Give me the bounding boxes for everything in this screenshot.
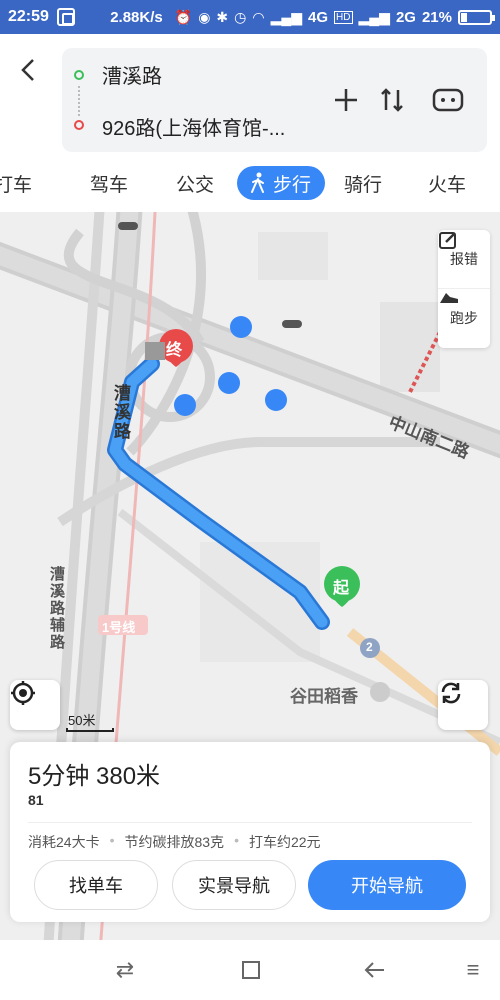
poi-label[interactable]: 谷田稻香 <box>290 682 358 707</box>
network-type-2: 2G <box>395 8 416 26</box>
swap-route-button[interactable] <box>376 84 408 116</box>
status-right: 2.88K/s ⏰ ◉ ✱ ◷ ◠ ▂▄▆ 4G HD ▂▄▆ 2G 21% <box>110 8 495 26</box>
shoe-icon <box>440 293 458 303</box>
status-time: 22:59 <box>8 8 49 25</box>
traffic-lights-count: 81 <box>28 792 44 808</box>
carbon-stat: 节约碳排放83克 <box>124 834 225 850</box>
end-dot-icon <box>74 120 84 130</box>
route-time-distance: 5分钟 380米 <box>28 763 161 790</box>
transport-tabs: 打车 驾车 公交 步行 骑行 火车 <box>0 160 500 206</box>
home-icon[interactable] <box>236 956 266 984</box>
card-divider <box>28 822 472 823</box>
route-summary-card[interactable]: 5分钟 380米 81 消耗24大卡 • 节约碳排放83克 • 打车约22元 找… <box>10 742 490 922</box>
chevron-left-icon <box>21 59 34 81</box>
arrow-left-icon <box>364 962 384 978</box>
road-label-caoxi: 漕溪路 <box>111 384 130 441</box>
swap-icon <box>381 88 403 112</box>
clock-icon: ◷ <box>234 8 247 25</box>
running-button[interactable]: 跑步 <box>438 288 490 346</box>
start-marker-label: 起 <box>333 580 350 597</box>
route-dots <box>78 86 80 116</box>
bluetooth-icon: ✱ <box>216 8 229 25</box>
map-scale: 50米 <box>68 713 96 728</box>
report-error-button[interactable]: 报错 <box>438 230 490 288</box>
end-marker-label: 终 <box>166 342 183 359</box>
home-square-icon <box>242 961 260 979</box>
locate-button[interactable] <box>10 680 60 730</box>
add-waypoint-button[interactable] <box>330 84 362 116</box>
battery-percent: 21% <box>421 8 452 26</box>
stats-separator: • <box>109 832 115 848</box>
alarm-icon: ⏰ <box>174 8 193 25</box>
network-type-1: 4G <box>308 8 329 26</box>
signal-icon-2: ▂▄▆ <box>358 8 390 25</box>
tab-walk[interactable]: 步行 <box>237 166 326 200</box>
tab-bus[interactable]: 公交 <box>176 166 214 200</box>
wifi-icon: ◠ <box>252 8 265 25</box>
refresh-button[interactable] <box>438 680 488 730</box>
tab-taxi[interactable]: 打车 <box>0 166 32 200</box>
scan-icon <box>56 8 75 26</box>
status-bar: 22:59 2.88K/s ⏰ ◉ ✱ ◷ ◠ ▂▄▆ 4G HD ▂▄▆ 2G… <box>0 0 500 34</box>
scale-bar <box>66 728 114 732</box>
crosshair-icon <box>11 681 35 705</box>
taxi-price-stat: 打车约22元 <box>248 834 321 850</box>
road-label-fulu: 漕溪路辅路 <box>48 566 65 651</box>
battery-icon <box>458 9 495 25</box>
tab-bike[interactable]: 骑行 <box>344 166 382 200</box>
signal-icon: ▂▄▆ <box>270 8 303 25</box>
ar-navigation-button[interactable]: 实景导航 <box>172 860 296 910</box>
system-nav-bar: ⇄ ≡ <box>0 940 500 1000</box>
more-button[interactable] <box>432 84 464 116</box>
start-navigation-button[interactable]: 开始导航 <box>308 860 466 910</box>
hd-badge: HD <box>334 10 353 24</box>
metro-exit-label: 2 <box>366 640 373 654</box>
tab-drive[interactable]: 驾车 <box>90 166 128 200</box>
metro-line-label: 1号线 <box>102 620 136 635</box>
find-bike-button[interactable]: 找单车 <box>34 860 158 910</box>
more-options-icon <box>432 88 464 112</box>
report-error-label: 报错 <box>450 251 478 267</box>
calories-stat: 消耗24大卡 <box>28 834 100 850</box>
start-dot-icon <box>74 70 84 80</box>
traffic-light-icon: 8 <box>28 792 36 808</box>
route-header: 漕溪路 926路(上海体育馆-... <box>0 34 500 154</box>
edit-icon <box>439 232 456 249</box>
location-icon: ◉ <box>198 8 211 25</box>
net-speed: 2.88K/s <box>110 8 163 26</box>
end-location-field[interactable]: 926路(上海体育馆-... <box>102 112 285 141</box>
running-label: 跑步 <box>450 309 478 326</box>
route-stats: 消耗24大卡 • 节约碳排放83克 • 打车约22元 <box>28 832 321 852</box>
plus-icon <box>335 89 357 111</box>
recent-apps-icon[interactable]: ⇄ <box>110 956 140 984</box>
back-nav-icon[interactable] <box>360 956 390 984</box>
map-tools: 报错 跑步 <box>438 230 490 348</box>
start-location-field[interactable]: 漕溪路 <box>102 60 162 89</box>
stats-separator: • <box>234 832 239 848</box>
route-input-box: 漕溪路 926路(上海体育馆-... <box>62 48 487 152</box>
back-button[interactable] <box>18 56 48 86</box>
tab-walk-label: 步行 <box>273 174 312 196</box>
tab-train[interactable]: 火车 <box>428 166 466 200</box>
refresh-icon <box>441 682 461 704</box>
menu-icon[interactable]: ≡ <box>458 956 488 984</box>
walking-icon <box>251 172 264 193</box>
